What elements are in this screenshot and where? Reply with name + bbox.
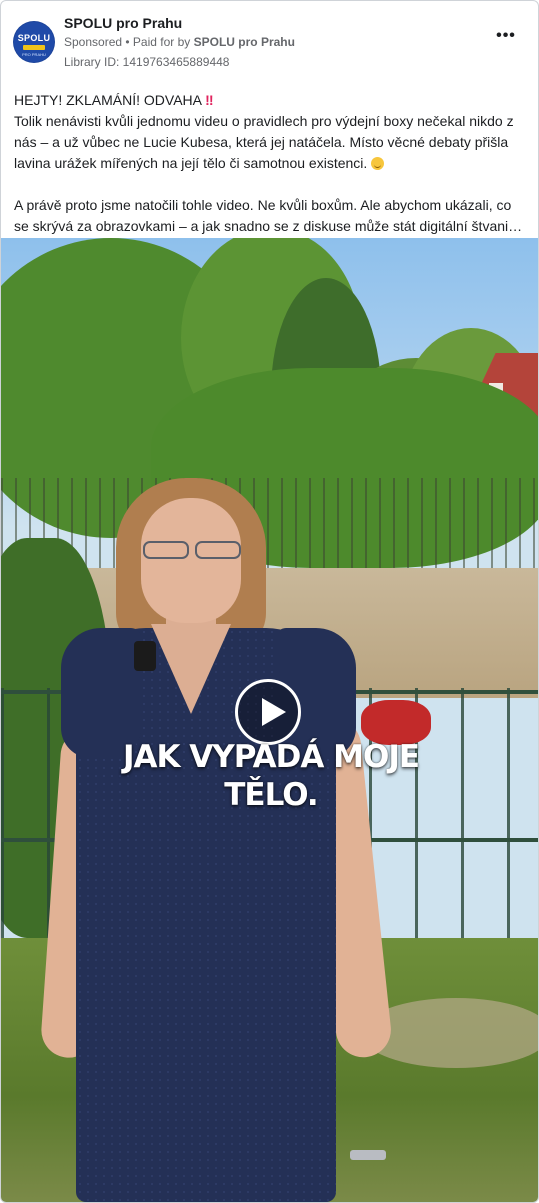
sponsored-label: Sponsored	[64, 35, 123, 49]
lapel-microphone	[134, 641, 156, 671]
post-header: SPOLU PRO PRAHU SPOLU pro Prahu Sponsore…	[13, 13, 526, 73]
paragraph-2-line-2[interactable]: se skrývá za obrazovkami – a jak snadno …	[14, 216, 528, 237]
paragraph-2-line-1: A právě proto jsme natočili tohle video.…	[14, 197, 512, 213]
avatar-logo-subtext: PRO PRAHU	[22, 52, 46, 57]
glasses-lens-right	[195, 541, 241, 559]
paragraph-1: Tolik nenávisti kvůli jednomu videu o pr…	[14, 111, 528, 174]
person-face	[141, 498, 241, 623]
paid-for-prefix: Paid for by	[132, 35, 194, 49]
video-caption-line-1: JAK VYPADÁ MOJE	[122, 739, 420, 775]
sponsored-line: Sponsored • Paid for by SPOLU pro Prahu	[64, 35, 295, 49]
person-glasses	[139, 541, 243, 559]
more-options-icon[interactable]: •••	[494, 28, 518, 47]
library-id: Library ID: 1419763465889448	[64, 55, 230, 69]
video-caption-line-2: TĚLO.	[224, 777, 318, 813]
video-caption: JAK VYPADÁ MOJE TĚLO.	[101, 738, 441, 814]
video-person	[39, 478, 401, 1202]
paragraph-1-text: Tolik nenávisti kvůli jednomu videu o pr…	[14, 113, 514, 171]
relieved-face-icon	[371, 157, 385, 170]
page-name-link[interactable]: SPOLU pro Prahu	[64, 15, 182, 31]
headline-line: HEJTY! ZKLAMÁNÍ! ODVAHA ‼	[14, 90, 528, 111]
glasses-lens-left	[143, 541, 189, 559]
page-avatar[interactable]: SPOLU PRO PRAHU	[13, 21, 55, 63]
paid-for-by-link[interactable]: SPOLU pro Prahu	[194, 35, 295, 49]
double-exclamation-icon: ‼	[205, 92, 214, 108]
avatar-logo-text: SPOLU	[17, 33, 51, 43]
play-icon[interactable]	[235, 679, 301, 745]
avatar-logo-bar	[23, 45, 45, 50]
headline-text: HEJTY! ZKLAMÁNÍ! ODVAHA	[14, 92, 202, 108]
meta-separator: •	[122, 35, 133, 49]
ad-card: SPOLU PRO PRAHU SPOLU pro Prahu Sponsore…	[0, 0, 539, 1203]
person-watch	[350, 1150, 386, 1160]
ad-body-text: HEJTY! ZKLAMÁNÍ! ODVAHA ‼ Tolik nenávist…	[14, 90, 528, 237]
video-player[interactable]: JAK VYPADÁ MOJE TĚLO.	[1, 238, 538, 1202]
